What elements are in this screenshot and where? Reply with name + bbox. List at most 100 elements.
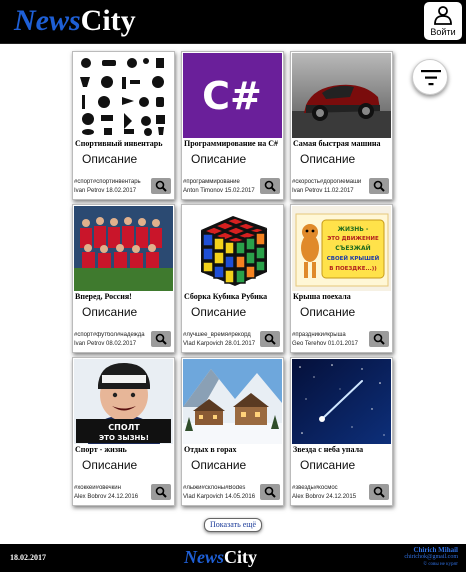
sports-car-image[interactable] xyxy=(292,53,391,138)
news-card[interactable]: Вперед, Россия! Описание #спорт#футбол#н… xyxy=(72,204,175,353)
zoom-button[interactable] xyxy=(369,484,389,500)
sport-equipment-image[interactable] xyxy=(74,53,173,138)
logo-part-news: News xyxy=(14,4,81,37)
footer: 18.02.2017 NewsCity Chirich Mihail chiri… xyxy=(0,544,466,572)
news-card[interactable]: СПОЛТ ЭТО ЗЫЗНЬ! Спорт - жизнь Описание … xyxy=(72,357,175,506)
news-card[interactable]: Сборка Кубика Рубика Описание #лучшее_вр… xyxy=(181,204,284,353)
card-date: 24.12.2015 xyxy=(326,494,357,500)
card-date: 14.05.2016 xyxy=(225,494,256,500)
card-date: 11.02.2017 xyxy=(324,188,354,194)
card-title[interactable]: Самая быстрая машина xyxy=(293,139,391,149)
card-meta: Ivan Petrov 18.02.2017 xyxy=(74,187,152,195)
card-description: Описание xyxy=(191,305,247,319)
card-tags[interactable]: #праздники#крыша xyxy=(292,332,368,339)
card-title[interactable]: Отдых в горах xyxy=(184,445,282,455)
card-title[interactable]: Программирование на C# xyxy=(184,139,282,149)
card-date: 15.02.2017 xyxy=(224,188,255,194)
card-title[interactable]: Сборка Кубика Рубика xyxy=(184,292,282,302)
zoom-button[interactable] xyxy=(151,178,171,194)
card-author: Geo Terehov xyxy=(292,341,327,347)
card-title[interactable]: Вперед, Россия! xyxy=(75,292,173,302)
card-meta: Alex Bobrov 24.12.2016 xyxy=(74,493,152,501)
card-meta: Vlad Karpovich 14.05.2016 xyxy=(183,493,261,501)
card-author: Vlad Karpovich xyxy=(183,341,224,347)
card-date: 01.01.2017 xyxy=(327,341,358,347)
card-title[interactable]: Крыша поехала xyxy=(293,292,391,302)
footer-logo-news: News xyxy=(184,547,224,567)
zoom-button[interactable] xyxy=(369,331,389,347)
card-title[interactable]: Спортивный инвентарь xyxy=(75,139,173,149)
card-meta: Ivan Petrov 08.02.2017 xyxy=(74,340,152,348)
card-description: Описание xyxy=(82,152,138,166)
magnifier-icon xyxy=(373,333,385,345)
card-meta: Vlad Karpovich 28.01.2017 xyxy=(183,340,261,348)
header: NewsCity Войти xyxy=(0,0,466,44)
card-meta: Ivan Petrov 11.02.2017 xyxy=(292,187,370,195)
zoom-button[interactable] xyxy=(369,178,389,194)
card-title[interactable]: Спорт - жизнь xyxy=(75,445,173,455)
hockey-caption-line-2: ЭТО ЗЫЗНЬ! xyxy=(99,434,149,442)
csharp-logo-text: C# xyxy=(202,74,262,118)
card-author: Anton Timonov xyxy=(183,188,224,194)
card-author: Ivan Petrov xyxy=(74,188,105,194)
user-icon xyxy=(434,6,452,25)
sign-line-5: В ПОЕЗДКЕ...)) xyxy=(329,266,377,272)
card-tags[interactable]: #программирование xyxy=(183,179,259,186)
csharp-logo-image[interactable]: C# xyxy=(183,53,282,138)
news-card[interactable]: ЖИЗНЬ - ЭТО ДВИЖЕНИЕ СЪЕЗЖАЙ СВОЕЙ КРЫШЕ… xyxy=(290,204,393,353)
card-meta: Alex Bobrov 24.12.2015 xyxy=(292,493,370,501)
card-title[interactable]: Звезда с неба упала xyxy=(293,445,391,455)
footer-author-email[interactable]: chirichok@gmail.com xyxy=(404,554,458,561)
hockey-caption-line-1: СПОЛТ xyxy=(108,423,140,432)
card-date: 28.01.2017 xyxy=(225,341,256,347)
card-tags[interactable]: #звезды#космос xyxy=(292,485,368,492)
magnifier-icon xyxy=(264,180,276,192)
login-button[interactable]: Войти xyxy=(424,2,462,40)
magnifier-icon xyxy=(155,333,167,345)
card-author: Ivan Petrov xyxy=(74,341,105,347)
sign-line-4: СВОЕЙ КРЫШЕЙ xyxy=(327,254,380,262)
football-team-image[interactable] xyxy=(74,206,173,291)
magnifier-icon xyxy=(155,180,167,192)
card-tags[interactable]: #спорт#футбол#надежда xyxy=(74,332,150,339)
card-tags[interactable]: #хоккей#овечкин xyxy=(74,485,150,492)
zoom-button[interactable] xyxy=(151,484,171,500)
site-logo[interactable]: NewsCity xyxy=(14,4,136,38)
card-tags[interactable]: #лыжи#склоны#Bodes xyxy=(183,485,259,492)
news-card[interactable]: Звезда с неба упала Описание #звезды#кос… xyxy=(290,357,393,506)
footer-logo[interactable]: NewsCity xyxy=(184,547,257,567)
zoom-button[interactable] xyxy=(260,178,280,194)
card-tags[interactable]: #скорость#дорогиемаши xyxy=(292,179,368,186)
news-card[interactable]: Самая быстрая машина Описание #скорость#… xyxy=(290,51,393,200)
hockey-player-image[interactable]: СПОЛТ ЭТО ЗЫЗНЬ! xyxy=(74,359,173,444)
news-card[interactable]: Отдых в горах Описание #лыжи#склоны#Bode… xyxy=(181,357,284,506)
night-sky-image[interactable] xyxy=(292,359,391,444)
footer-logo-city: City xyxy=(224,547,257,567)
zoom-button[interactable] xyxy=(260,484,280,500)
card-meta: Anton Timonov 15.02.2017 xyxy=(183,187,261,195)
magnifier-icon xyxy=(155,486,167,498)
footer-date: 18.02.2017 xyxy=(10,553,46,562)
rubiks-cube-image[interactable] xyxy=(183,206,282,291)
card-author: Vlad Karpovich xyxy=(183,494,224,500)
cartoon-cat-image[interactable]: ЖИЗНЬ - ЭТО ДВИЖЕНИЕ СЪЕЗЖАЙ СВОЕЙ КРЫШЕ… xyxy=(292,206,391,291)
sign-line-2: ЭТО ДВИЖЕНИЕ xyxy=(327,236,379,242)
card-description: Описание xyxy=(191,458,247,472)
card-tags[interactable]: #лучшее_время#рекорд xyxy=(183,332,259,339)
filter-button[interactable] xyxy=(412,59,448,95)
magnifier-icon xyxy=(373,180,385,192)
card-description: Описание xyxy=(191,152,247,166)
zoom-button[interactable] xyxy=(260,331,280,347)
card-description: Описание xyxy=(300,152,356,166)
card-description: Описание xyxy=(82,458,138,472)
logo-part-city: City xyxy=(80,4,136,37)
news-card[interactable]: C# Программирование на C# Описание #прог… xyxy=(181,51,284,200)
filter-icon xyxy=(421,70,441,86)
news-card[interactable]: Спортивный инвентарь Описание #спорт#спо… xyxy=(72,51,175,200)
zoom-button[interactable] xyxy=(151,331,171,347)
magnifier-icon xyxy=(373,486,385,498)
card-tags[interactable]: #спорт#спортинвентарь xyxy=(74,179,150,186)
card-date: 24.12.2016 xyxy=(108,494,139,500)
show-more-button[interactable]: Показать ещё xyxy=(204,518,262,532)
mountain-chalet-image[interactable] xyxy=(183,359,282,444)
